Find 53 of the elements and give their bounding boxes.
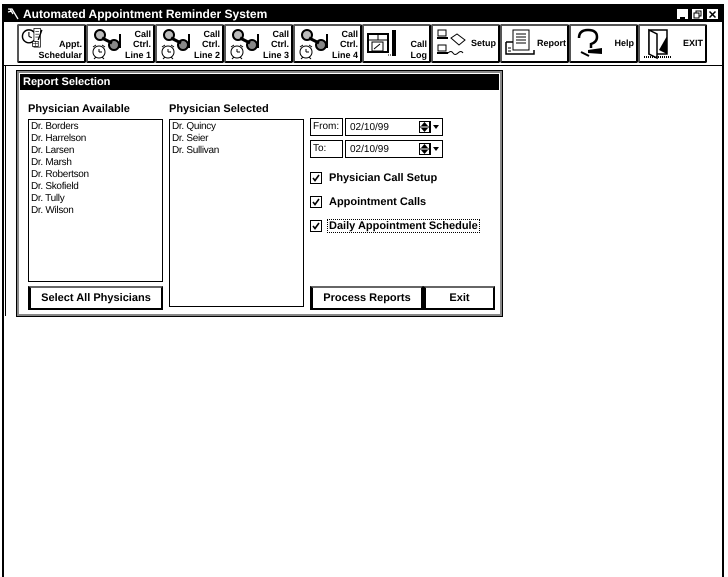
list-item[interactable]: Dr. Wilson <box>31 205 160 217</box>
toolbar-button[interactable]: Report <box>500 24 569 63</box>
column-heading: Physician Selected <box>169 102 270 117</box>
list-item[interactable]: Dr. Larsen <box>31 145 160 157</box>
checkbox-label[interactable]: Appointment Calls <box>327 195 428 209</box>
door-icon <box>642 28 674 60</box>
select-all-button[interactable]: Select All Physicians <box>28 286 163 310</box>
list-item[interactable]: Dr. Borders <box>31 121 160 133</box>
list-item[interactable]: Dr. Skofield <box>31 181 160 193</box>
column-heading: Physician Available <box>28 102 131 117</box>
toolbar-button[interactable]: Call Log <box>362 24 431 63</box>
restore-icon[interactable] <box>693 10 702 18</box>
clock-icon <box>21 27 44 50</box>
toolbar-button[interactable]: EXIT <box>638 24 707 63</box>
dropdown-icon[interactable] <box>430 121 442 133</box>
list-item[interactable]: Dr. Quincy <box>172 121 301 133</box>
spinner-icon[interactable] <box>419 121 430 133</box>
checkbox[interactable] <box>310 172 322 184</box>
dropdown-icon[interactable] <box>430 143 442 155</box>
toolbar-button[interactable]: Help <box>569 24 638 63</box>
close-icon[interactable] <box>708 10 717 18</box>
phone-clock-icon <box>90 28 122 60</box>
list-item[interactable]: Dr. Robertson <box>31 169 160 181</box>
list-item[interactable]: Dr. Tully <box>31 193 160 205</box>
list-item[interactable]: Dr. Harrelson <box>31 133 160 145</box>
process-reports-button[interactable]: Process Reports <box>310 286 423 310</box>
toolbar-button[interactable]: Call Ctrl. Line 4 <box>293 24 362 63</box>
spinner-icon[interactable] <box>419 143 430 155</box>
checkbox-label[interactable]: Daily Appointment Schedule <box>327 219 480 233</box>
date-label: To: <box>310 140 343 158</box>
panel-title: Report Selection <box>20 74 499 90</box>
toolbar-button[interactable]: Call Ctrl. Line 3 <box>224 24 293 63</box>
toolbar-button[interactable]: Call Ctrl. Line 1 <box>86 24 155 63</box>
checkbox[interactable] <box>310 220 322 232</box>
list-item[interactable]: Dr. Sullivan <box>172 145 301 157</box>
checkbox-label[interactable]: Physician Call Setup <box>327 171 440 185</box>
window-title: Automated Appointment Reminder System <box>23 7 268 21</box>
app-icon <box>7 8 19 20</box>
toolbar-button[interactable]: Call Ctrl. Line 2 <box>155 24 224 63</box>
list-item[interactable]: Dr. Marsh <box>31 157 160 169</box>
phone-clock-icon <box>159 28 191 60</box>
toolbar-button[interactable]: Setup <box>431 24 500 63</box>
toolbar-button[interactable]: Appt. Schedular <box>17 24 86 63</box>
physician-list[interactable]: Dr. Borders Dr. Harrelson Dr. Larsen Dr. Marsh Dr. Robertson Dr. Skofield Dr. Tully Dr. Wilson <box>28 119 163 282</box>
list-item[interactable]: Dr. Seier <box>172 133 301 145</box>
physician-list[interactable]: Dr. Quincy Dr. Seier Dr. Sullivan <box>169 119 304 307</box>
date-label: From: <box>310 118 343 136</box>
phone-clock-icon <box>228 28 260 60</box>
checkbox[interactable] <box>310 196 322 208</box>
date-field[interactable]: 02/10/99 <box>345 140 443 158</box>
exit-button[interactable]: Exit <box>423 286 495 310</box>
date-field[interactable]: 02/10/99 <box>345 118 443 136</box>
phone-clock-icon <box>297 28 329 60</box>
